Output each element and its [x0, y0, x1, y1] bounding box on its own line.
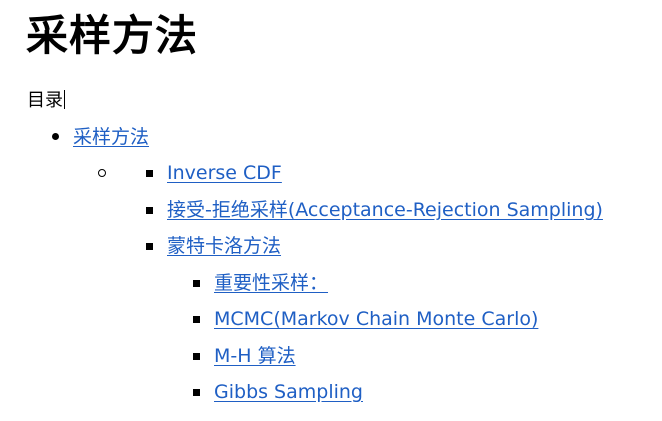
square-bullet-icon — [146, 170, 153, 177]
toc-link-mh-algorithm[interactable]: M-H 算法 — [214, 345, 296, 367]
toc-item-level4: M-H 算法 — [214, 343, 296, 369]
toc-item-level4: Gibbs Sampling — [214, 379, 363, 405]
square-bullet-icon — [146, 207, 153, 214]
square-bullet-icon — [193, 280, 200, 287]
page-title: 采样方法 — [26, 11, 199, 60]
toc-link-mcmc[interactable]: MCMC(Markov Chain Monte Carlo) — [214, 308, 538, 330]
square-bullet-icon — [193, 353, 200, 360]
square-bullet-icon — [193, 316, 200, 323]
circle-bullet-icon — [98, 169, 106, 177]
toc-label: 目录 — [27, 88, 65, 114]
toc-item-level3: 接受-拒绝采样(Acceptance-Rejection Sampling) — [167, 197, 603, 223]
toc-link-sampling-methods[interactable]: 采样方法 — [73, 126, 149, 148]
toc-item-level3: Inverse CDF — [167, 160, 282, 186]
square-bullet-icon — [193, 389, 200, 396]
toc-link-gibbs-sampling[interactable]: Gibbs Sampling — [214, 381, 363, 403]
toc-item-level1: 采样方法 — [73, 124, 149, 150]
disc-bullet-icon — [52, 133, 59, 140]
document-page: 采样方法 目录 采样方法 Inverse CDF 接受-拒绝采样(Accepta… — [0, 0, 662, 421]
text-cursor — [64, 90, 65, 109]
toc-label-text: 目录 — [27, 90, 63, 111]
toc-link-inverse-cdf[interactable]: Inverse CDF — [167, 162, 282, 184]
toc-item-level4: MCMC(Markov Chain Monte Carlo) — [214, 306, 538, 332]
toc-item-level3: 蒙特卡洛方法 — [167, 233, 281, 259]
toc-item-level4: 重要性采样： — [214, 270, 328, 296]
square-bullet-icon — [146, 243, 153, 250]
toc-link-importance-sampling[interactable]: 重要性采样： — [214, 272, 328, 294]
toc-link-monte-carlo[interactable]: 蒙特卡洛方法 — [167, 235, 281, 257]
toc-link-acceptance-rejection[interactable]: 接受-拒绝采样(Acceptance-Rejection Sampling) — [167, 199, 603, 221]
